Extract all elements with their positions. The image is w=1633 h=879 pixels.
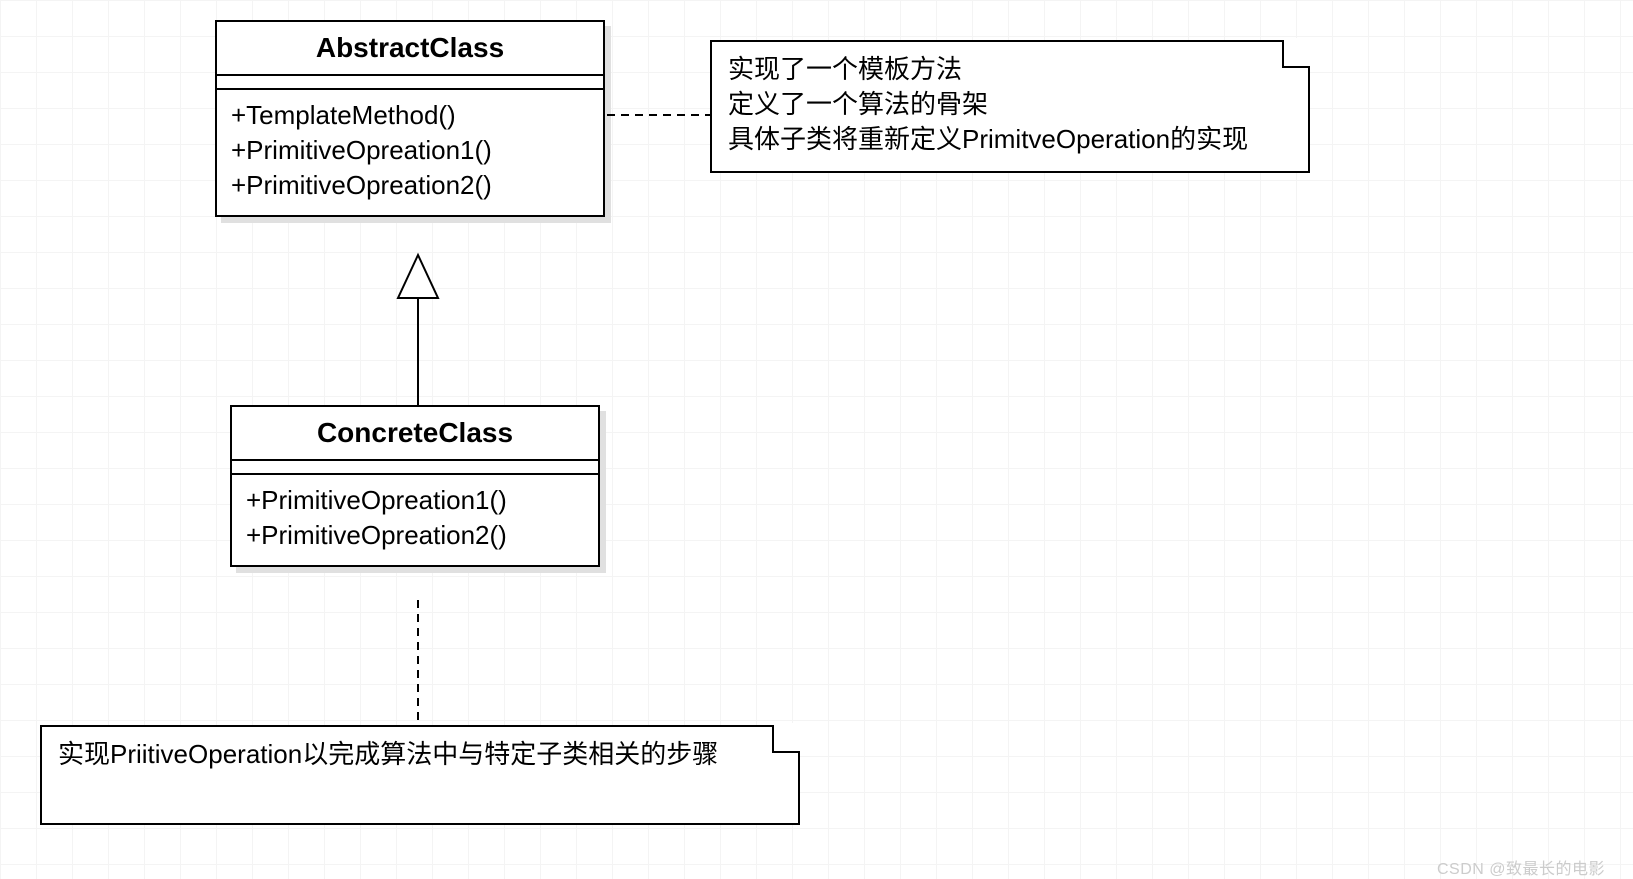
method-row: +PrimitiveOpreation1() xyxy=(246,483,584,518)
note-line: 具体子类将重新定义PrimitveOperation的实现 xyxy=(728,122,1292,157)
class-abstract-separator xyxy=(217,76,603,90)
class-abstract: AbstractClass +TemplateMethod() +Primiti… xyxy=(215,20,605,217)
method-row: +PrimitiveOpreation2() xyxy=(246,518,584,553)
method-row: +PrimitiveOpreation2() xyxy=(231,168,589,203)
class-abstract-methods: +TemplateMethod() +PrimitiveOpreation1()… xyxy=(217,90,603,215)
class-concrete: ConcreteClass +PrimitiveOpreation1() +Pr… xyxy=(230,405,600,567)
method-row: +TemplateMethod() xyxy=(231,98,589,133)
inheritance-arrow-icon xyxy=(398,255,438,298)
method-row: +PrimitiveOpreation1() xyxy=(231,133,589,168)
note-line: 定义了一个算法的骨架 xyxy=(728,87,1292,122)
note-fold-icon xyxy=(772,725,800,753)
note-fold-icon xyxy=(1282,40,1310,68)
note-line: 实现PriitiveOperation以完成算法中与特定子类相关的步骤 xyxy=(58,737,782,772)
note-concrete: 实现PriitiveOperation以完成算法中与特定子类相关的步骤 xyxy=(40,725,800,825)
class-concrete-methods: +PrimitiveOpreation1() +PrimitiveOpreati… xyxy=(232,475,598,565)
note-abstract: 实现了一个模板方法 定义了一个算法的骨架 具体子类将重新定义PrimitveOp… xyxy=(710,40,1310,173)
note-line: 实现了一个模板方法 xyxy=(728,52,1292,87)
watermark-text: CSDN @致最长的电影 xyxy=(1437,855,1605,879)
class-concrete-title: ConcreteClass xyxy=(232,407,598,461)
class-abstract-title: AbstractClass xyxy=(217,22,603,76)
class-concrete-separator xyxy=(232,461,598,475)
